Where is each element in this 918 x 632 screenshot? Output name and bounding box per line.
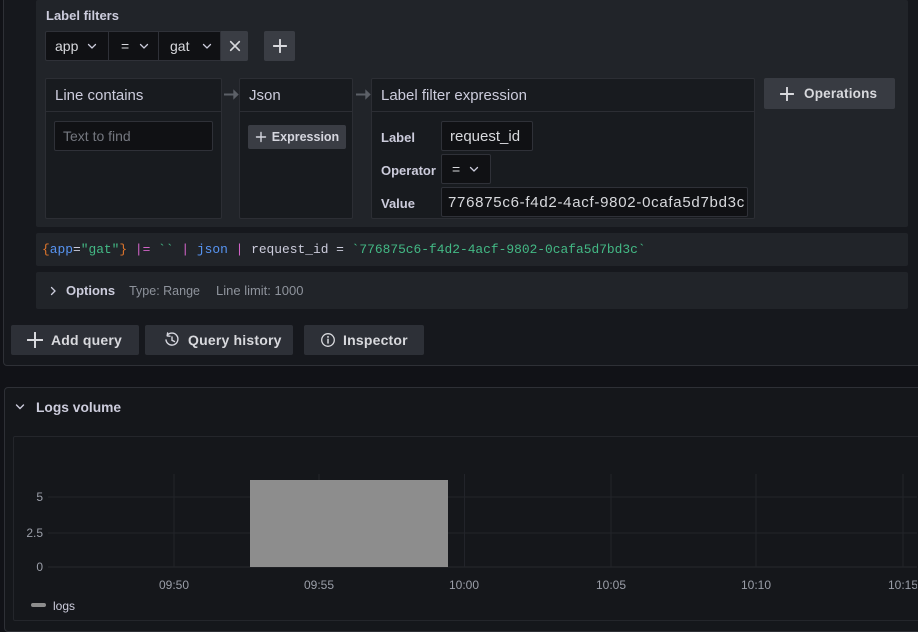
svg-text:5: 5 [36,490,43,504]
svg-text:10:15: 10:15 [888,578,917,592]
svg-text:10:10: 10:10 [741,578,771,592]
svg-text:10:00: 10:00 [449,578,479,592]
svg-text:0: 0 [36,560,43,574]
svg-text:logs: logs [53,599,75,613]
svg-text:10:05: 10:05 [596,578,626,592]
svg-text:2.5: 2.5 [26,526,43,540]
svg-text:09:55: 09:55 [304,578,334,592]
svg-text:09:50: 09:50 [159,578,189,592]
